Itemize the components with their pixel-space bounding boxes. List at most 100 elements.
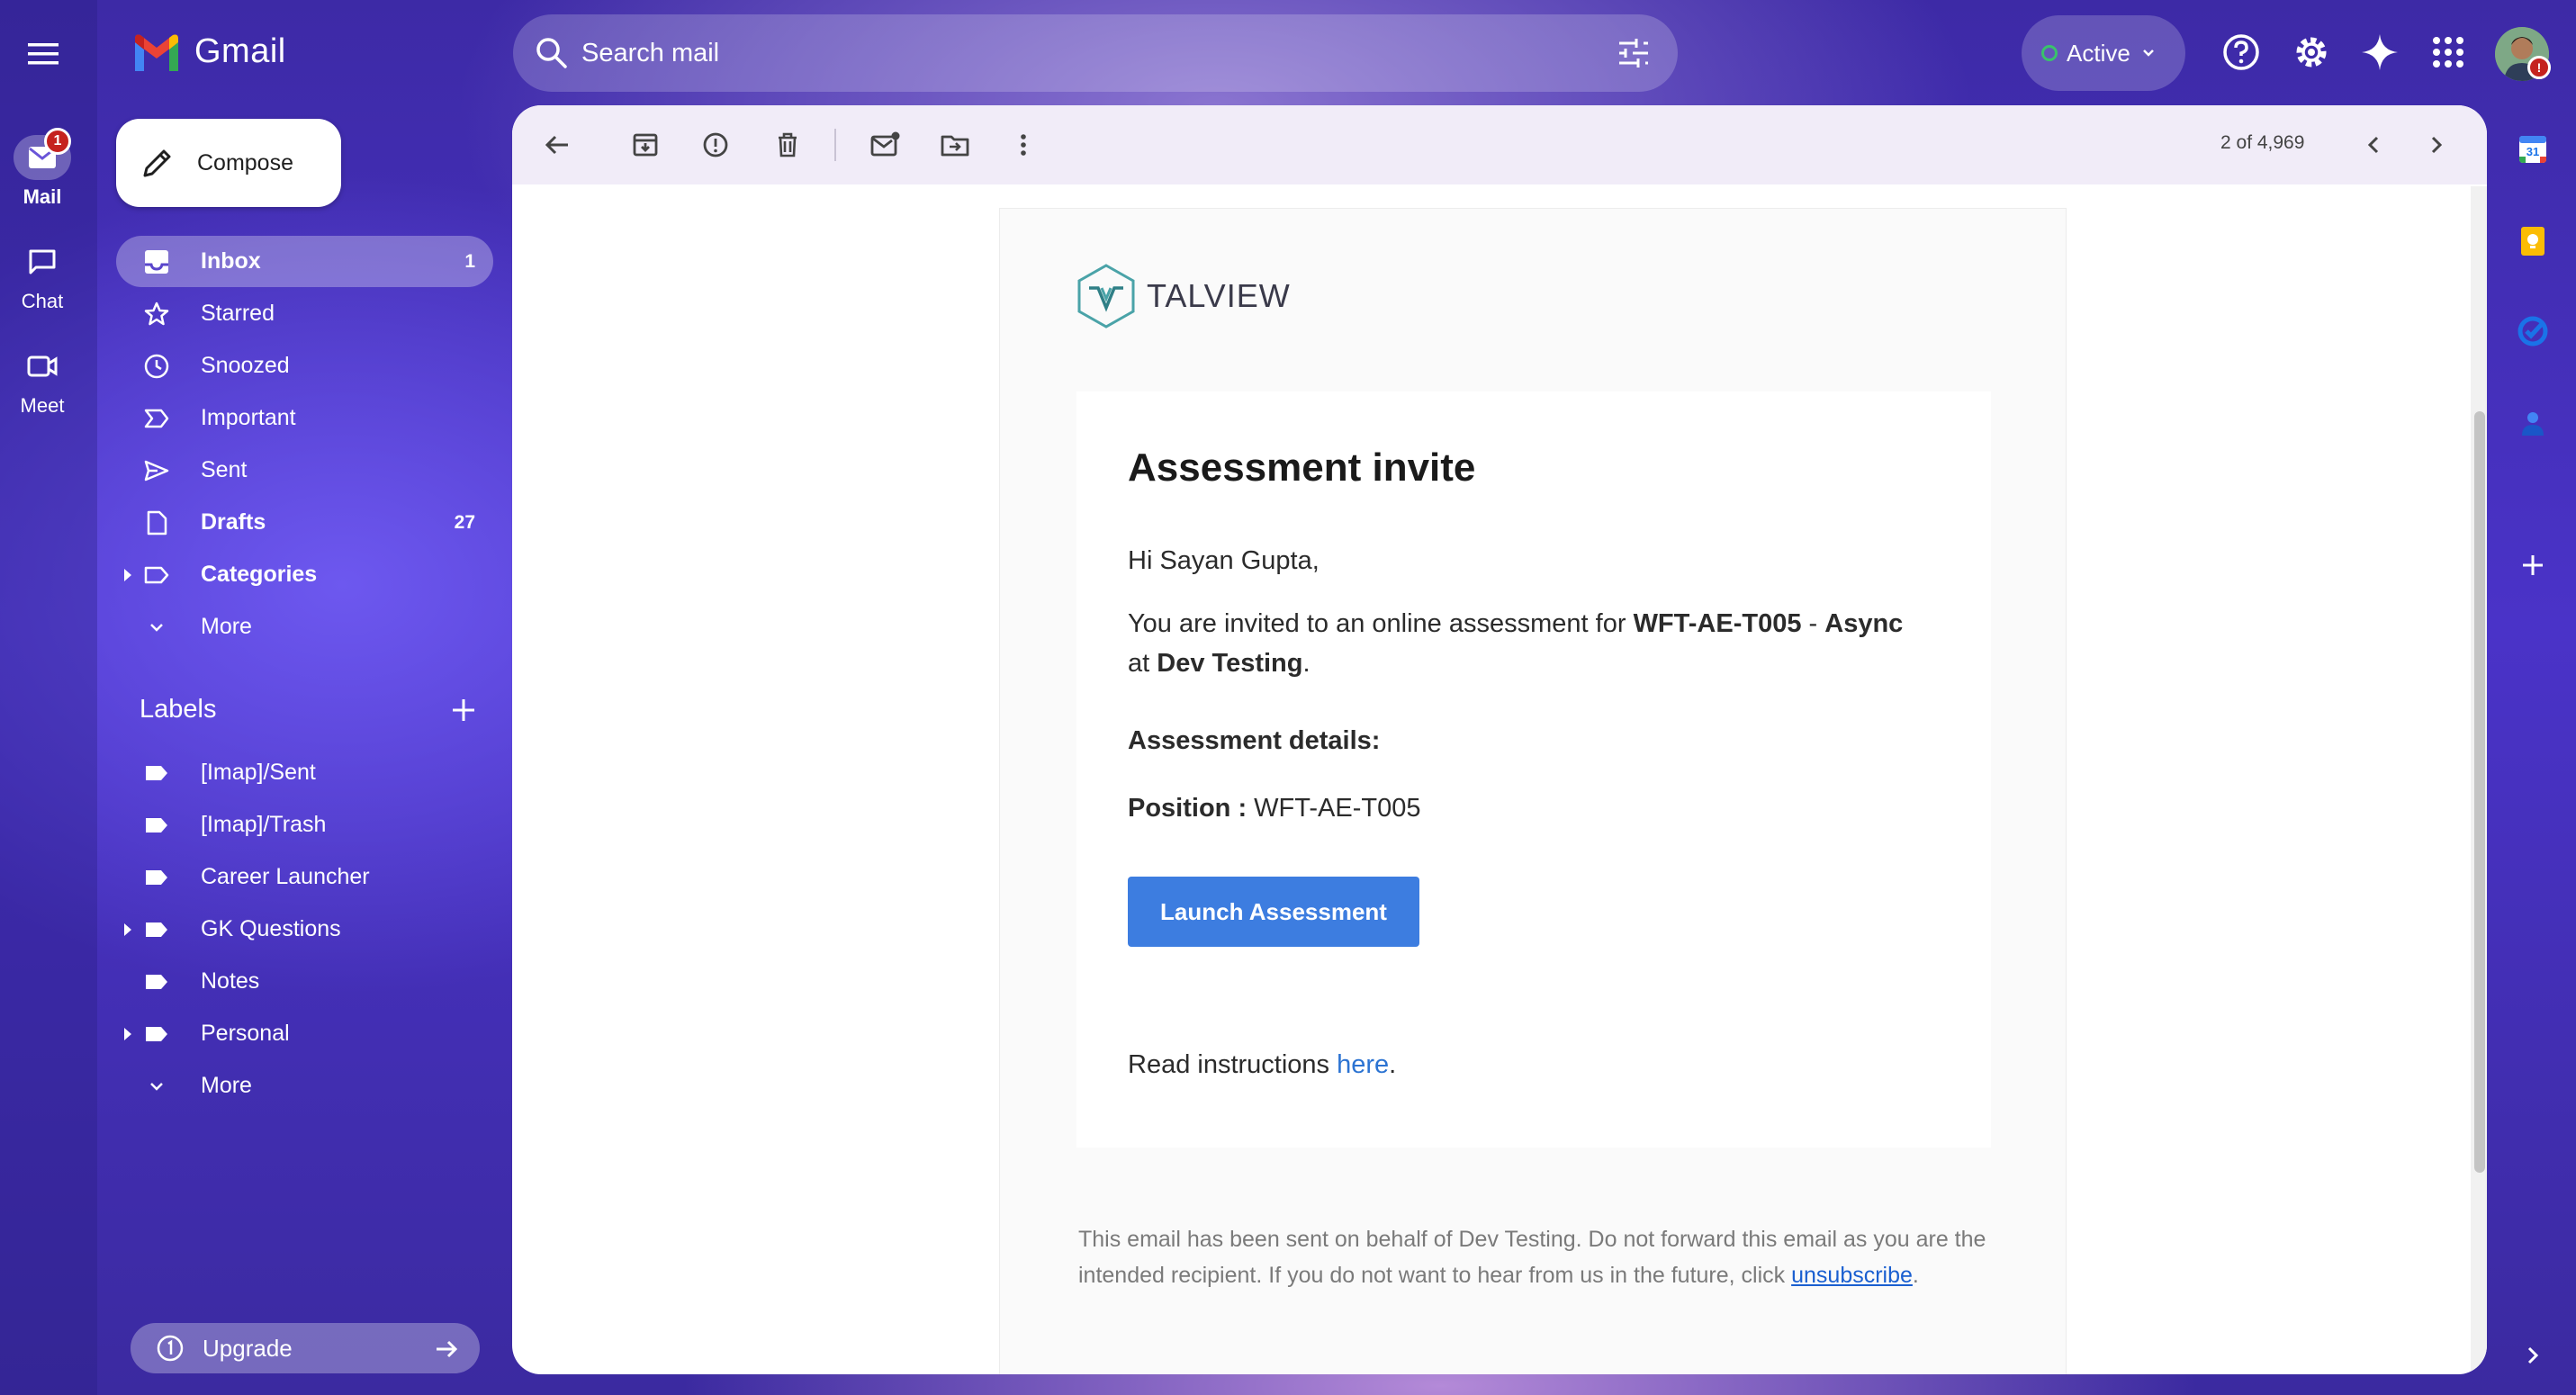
draft-file-icon	[147, 510, 167, 536]
compose-label: Compose	[197, 149, 293, 176]
settings-gear-icon[interactable]	[2292, 32, 2331, 72]
nav-sent[interactable]: Sent	[116, 445, 493, 496]
status-selector[interactable]: Active	[2022, 15, 2185, 91]
greeting: Hi Sayan Gupta,	[1128, 546, 1320, 575]
calendar-day: 31	[2526, 145, 2540, 158]
nav-inbox[interactable]: Inbox 1	[116, 236, 493, 287]
label-notes[interactable]: Notes	[116, 956, 493, 1007]
mark-unread-icon[interactable]	[867, 127, 903, 163]
gemini-sparkle-icon[interactable]	[2360, 32, 2400, 72]
expand-side-panel-icon[interactable]	[2517, 1339, 2549, 1372]
expand-caret-icon[interactable]	[124, 1028, 131, 1040]
chevron-down-icon	[150, 1083, 163, 1091]
label-imap-trash[interactable]: [Imap]/Trash	[116, 799, 493, 850]
move-to-folder-icon[interactable]	[937, 127, 973, 163]
label-name: GK Questions	[201, 916, 341, 941]
report-spam-icon[interactable]	[698, 127, 734, 163]
help-icon[interactable]	[2221, 32, 2261, 72]
position-line: Position : WFT-AE-T005	[1128, 788, 1938, 828]
keep-app-icon[interactable]	[2517, 225, 2549, 257]
scrollbar-thumb[interactable]	[2474, 411, 2485, 1173]
search-input[interactable]	[581, 34, 1482, 72]
upgrade-label: Upgrade	[203, 1334, 293, 1362]
tasks-app-icon[interactable]	[2517, 315, 2549, 347]
expand-caret-icon[interactable]	[124, 569, 131, 581]
chevron-left-icon[interactable]	[2355, 127, 2391, 163]
rail-chat[interactable]: Chat	[0, 239, 85, 313]
nav-important[interactable]: Important	[116, 392, 493, 444]
label-list: [Imap]/Sent [Imap]/Trash Career Launcher…	[116, 747, 493, 1112]
instructions-pre: Read instructions	[1128, 1050, 1338, 1079]
archive-icon[interactable]	[627, 127, 663, 163]
labels-more-label: More	[201, 1073, 252, 1098]
talview-hexagon-icon	[1077, 264, 1135, 328]
star-icon	[144, 302, 169, 326]
compose-button[interactable]: Compose	[116, 119, 341, 207]
label-tag-icon	[144, 566, 169, 584]
label-imap-sent[interactable]: [Imap]/Sent	[116, 747, 493, 798]
app-rail: 1 Mail Chat Meet	[0, 0, 97, 1395]
label-personal[interactable]: Personal	[116, 1008, 493, 1059]
labels-more[interactable]: More	[116, 1060, 493, 1112]
delete-trash-icon[interactable]	[770, 127, 806, 163]
invite-card: Assessment invite Hi Sayan Gupta, You ar…	[1076, 392, 1991, 1148]
more-vertical-icon[interactable]	[1005, 127, 1041, 163]
rail-mail-label: Mail	[23, 185, 62, 208]
email-title: Assessment invite	[1128, 446, 1476, 490]
calendar-app-icon[interactable]: 31	[2517, 133, 2549, 166]
launch-assessment-button[interactable]: Launch Assessment	[1128, 877, 1419, 947]
status-label: Active	[2067, 39, 2130, 67]
arrow-right-icon	[437, 1340, 458, 1358]
add-addon-icon[interactable]	[2517, 549, 2549, 581]
rail-mail[interactable]: 1 Mail	[0, 128, 85, 209]
add-label-icon[interactable]	[448, 695, 479, 725]
back-arrow-icon[interactable]	[539, 127, 575, 163]
message-panel: 2 of 4,969 TALVIEW Assessment invite Hi …	[512, 105, 2487, 1374]
talview-logo: TALVIEW	[1075, 263, 1291, 329]
search-icon[interactable]	[533, 34, 571, 72]
search-bar[interactable]	[513, 14, 1678, 92]
nav-sent-label: Sent	[201, 457, 248, 482]
invite-job: WFT-AE-T005	[1633, 609, 1802, 638]
nav-drafts-count: 27	[454, 511, 475, 533]
chat-icon	[29, 249, 56, 274]
upgrade-button[interactable]: Upgrade	[131, 1323, 480, 1373]
instructions-link[interactable]: here	[1337, 1050, 1389, 1079]
nav-drafts[interactable]: Drafts 27	[116, 497, 493, 548]
nav-categories[interactable]: Categories	[116, 549, 493, 600]
label-icon	[146, 922, 167, 937]
position-value: WFT-AE-T005	[1247, 794, 1421, 823]
nav-more-label: More	[201, 614, 252, 639]
gmail-logo[interactable]: Gmail	[131, 32, 286, 71]
main-menu-icon[interactable]	[23, 34, 63, 74]
nav-starred-label: Starred	[201, 301, 275, 326]
invite-company: Dev Testing	[1157, 649, 1303, 678]
expand-caret-icon[interactable]	[124, 923, 131, 936]
nav-more[interactable]: More	[116, 601, 493, 652]
email-body: TALVIEW Assessment invite Hi Sayan Gupta…	[999, 208, 2067, 1374]
invite-sep: -	[1801, 609, 1825, 638]
chevron-right-icon[interactable]	[2418, 127, 2454, 163]
message-scrollbar[interactable]	[2471, 186, 2487, 1374]
nav-snoozed[interactable]: Snoozed	[116, 340, 493, 392]
search-options-icon[interactable]	[1617, 36, 1651, 70]
nav-starred[interactable]: Starred	[116, 288, 493, 339]
gmail-brand-text: Gmail	[194, 32, 286, 70]
email-footer: This email has been sent on behalf of De…	[1078, 1221, 1996, 1293]
label-career-launcher[interactable]: Career Launcher	[116, 851, 493, 903]
label-icon	[146, 766, 167, 780]
mail-badge: 1	[44, 128, 71, 155]
nav-inbox-count: 1	[464, 250, 475, 272]
invite-mode: Async	[1824, 609, 1904, 638]
unsubscribe-link[interactable]: unsubscribe	[1791, 1263, 1913, 1288]
chevron-down-icon	[2142, 50, 2154, 57]
instructions-end: .	[1389, 1050, 1397, 1079]
contacts-app-icon[interactable]	[2517, 407, 2549, 439]
apps-grid-icon[interactable]	[2428, 32, 2468, 72]
rail-chat-label: Chat	[21, 290, 64, 312]
label-gk-questions[interactable]: GK Questions	[116, 904, 493, 955]
nav-inbox-label: Inbox	[201, 248, 261, 274]
toolbar-divider	[834, 129, 836, 161]
rail-meet[interactable]: Meet	[0, 344, 85, 418]
label-name: Notes	[201, 968, 260, 994]
